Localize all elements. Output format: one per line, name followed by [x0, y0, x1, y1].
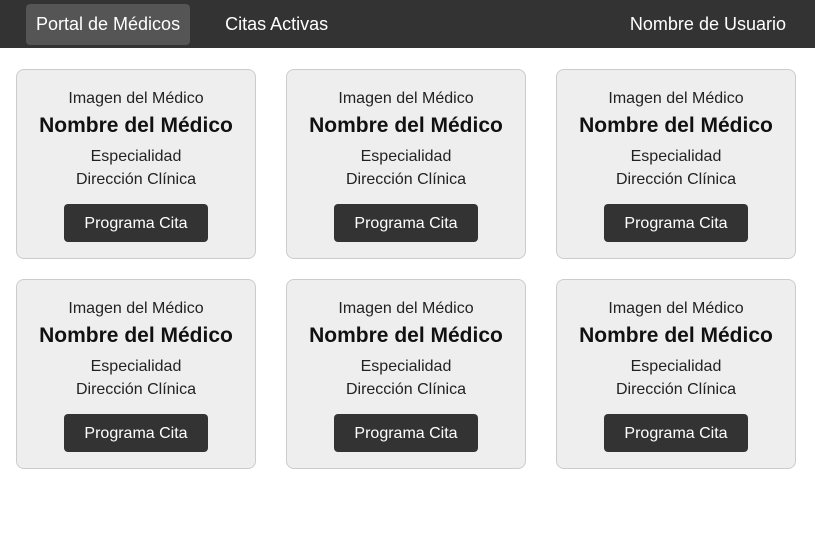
doctor-clinic-address: Dirección Clínica	[75, 171, 197, 188]
doctor-card: Imagen del Médico Nombre del Médico Espe…	[556, 279, 796, 469]
doctor-name: Nombre del Médico	[309, 114, 503, 137]
doctor-image-placeholder: Imagen del Médico	[338, 90, 474, 107]
nav-user-name[interactable]: Nombre de Usuario	[620, 4, 789, 45]
doctor-image-placeholder: Imagen del Médico	[68, 300, 204, 317]
doctor-card: Imagen del Médico Nombre del Médico Espe…	[286, 279, 526, 469]
doctor-image-placeholder: Imagen del Médico	[608, 90, 744, 107]
doctor-image-placeholder: Imagen del Médico	[608, 300, 744, 317]
doctor-name: Nombre del Médico	[579, 324, 773, 347]
doctor-specialty: Especialidad	[630, 358, 722, 375]
doctor-clinic-address: Dirección Clínica	[75, 381, 197, 398]
schedule-appointment-button[interactable]: Programa Cita	[64, 204, 208, 242]
doctor-clinic-address: Dirección Clínica	[615, 171, 737, 188]
doctor-name: Nombre del Médico	[309, 324, 503, 347]
schedule-appointment-button[interactable]: Programa Cita	[334, 204, 478, 242]
doctor-specialty: Especialidad	[360, 148, 452, 165]
doctor-card: Imagen del Médico Nombre del Médico Espe…	[556, 69, 796, 259]
top-navbar: Portal de Médicos Citas Activas Nombre d…	[0, 0, 815, 48]
schedule-appointment-button[interactable]: Programa Cita	[334, 414, 478, 452]
nav-citas-activas[interactable]: Citas Activas	[215, 4, 338, 45]
schedule-appointment-button[interactable]: Programa Cita	[64, 414, 208, 452]
doctor-name: Nombre del Médico	[39, 324, 233, 347]
doctor-image-placeholder: Imagen del Médico	[68, 90, 204, 107]
doctor-name: Nombre del Médico	[39, 114, 233, 137]
doctor-name: Nombre del Médico	[579, 114, 773, 137]
doctor-card-grid: Imagen del Médico Nombre del Médico Espe…	[0, 48, 815, 469]
doctor-clinic-address: Dirección Clínica	[615, 381, 737, 398]
doctor-specialty: Especialidad	[360, 358, 452, 375]
doctor-image-placeholder: Imagen del Médico	[338, 300, 474, 317]
doctor-specialty: Especialidad	[90, 148, 182, 165]
doctor-clinic-address: Dirección Clínica	[345, 171, 467, 188]
doctor-specialty: Especialidad	[630, 148, 722, 165]
nav-portal-medicos[interactable]: Portal de Médicos	[26, 3, 191, 45]
schedule-appointment-button[interactable]: Programa Cita	[604, 414, 748, 452]
doctor-clinic-address: Dirección Clínica	[345, 381, 467, 398]
doctor-specialty: Especialidad	[90, 358, 182, 375]
doctor-card: Imagen del Médico Nombre del Médico Espe…	[286, 69, 526, 259]
doctor-card: Imagen del Médico Nombre del Médico Espe…	[16, 69, 256, 259]
doctor-card: Imagen del Médico Nombre del Médico Espe…	[16, 279, 256, 469]
schedule-appointment-button[interactable]: Programa Cita	[604, 204, 748, 242]
